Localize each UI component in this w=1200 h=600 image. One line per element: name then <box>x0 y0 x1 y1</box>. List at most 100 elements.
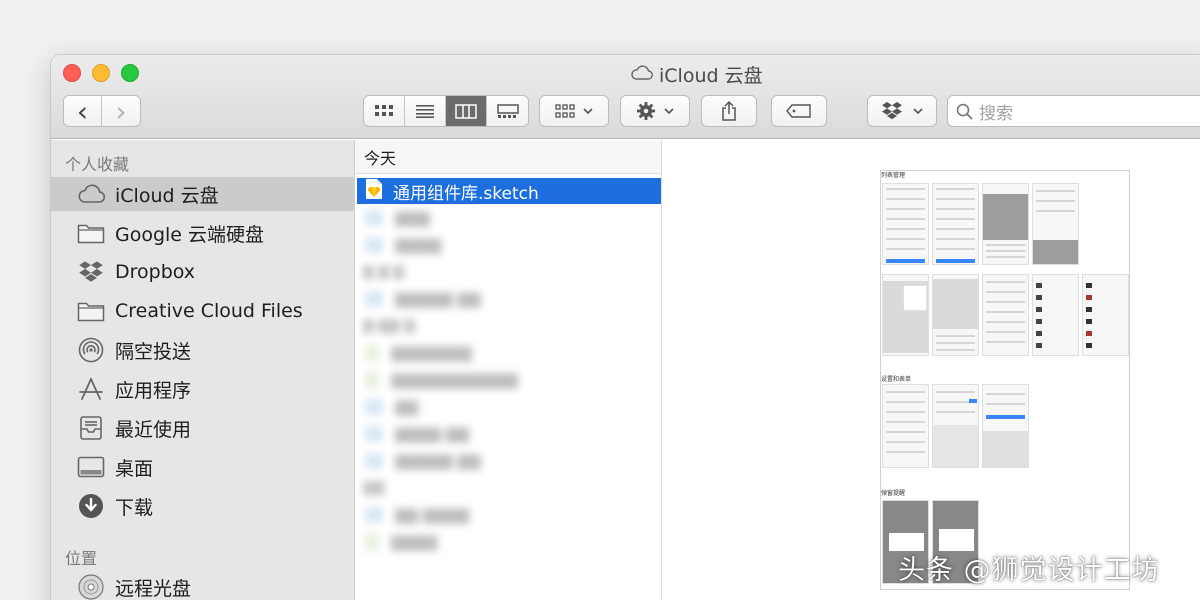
forward-button[interactable]: › <box>102 95 140 128</box>
zoom-button[interactable] <box>121 64 139 82</box>
screen-thumbnail <box>882 274 929 356</box>
chevron-down-icon <box>913 108 923 114</box>
screen-thumbnail <box>1032 183 1079 265</box>
titlebar: iCloud 云盘 ‹ › 搜索 <box>51 55 1200 139</box>
sidebar-item-creative-cloud[interactable]: Creative Cloud Files <box>51 294 354 328</box>
cloud-icon <box>631 63 653 85</box>
list-item: ▇▇▇▇▇▇▇ <box>355 339 661 366</box>
search-field[interactable]: 搜索 <box>947 95 1200 127</box>
list-group: ▇ ▇▇ ▇ <box>363 317 415 334</box>
view-mode-control <box>363 95 529 127</box>
file-row-selected[interactable]: 通用组件库.sketch <box>357 178 661 204</box>
minimize-button[interactable] <box>92 64 110 82</box>
screen-thumbnail <box>932 384 979 468</box>
screen-thumbnail <box>932 274 979 356</box>
close-button[interactable] <box>63 64 81 82</box>
gallery-icon <box>496 103 519 118</box>
sidebar-item-label: Creative Cloud Files <box>115 300 303 322</box>
sketch-file-icon <box>365 178 383 205</box>
file-column: 今天 通用组件库.sketch ▇▇▇ ▇▇▇▇ ▇ ▇ ▇ ▇▇▇▇▇ ▇▇ … <box>355 140 662 600</box>
dropbox-icon <box>77 258 105 286</box>
gear-icon <box>637 102 655 120</box>
recents-icon <box>77 414 105 442</box>
icon-grid-icon <box>375 105 393 116</box>
share-button[interactable] <box>701 95 757 127</box>
sidebar-item-label: Google 云端硬盘 <box>115 223 265 246</box>
desktop-icon <box>77 453 105 481</box>
sidebar-item-label: 应用程序 <box>115 379 192 402</box>
dropbox-icon <box>882 102 902 120</box>
search-icon <box>956 103 973 120</box>
list-icon <box>416 105 434 118</box>
sidebar-item-desktop[interactable]: 桌面 <box>51 450 354 484</box>
list-group: ▇ ▇ ▇ <box>363 263 405 280</box>
screen-thumbnail <box>982 274 1029 356</box>
list-item: ▇▇ <box>355 393 661 420</box>
list-item: ▇▇▇▇▇ ▇▇ <box>355 447 661 474</box>
list-item: ▇▇▇▇ <box>355 231 661 258</box>
icon-view-button[interactable] <box>364 96 405 126</box>
gallery-view-button[interactable] <box>487 96 528 126</box>
preview-section-title: 设置和表单 <box>881 376 912 383</box>
screen-thumbnail <box>882 183 929 265</box>
window-title: iCloud 云盘 <box>631 62 763 87</box>
back-button[interactable]: ‹ <box>64 95 103 128</box>
disc-icon <box>77 573 105 600</box>
sidebar-item-downloads[interactable]: 下载 <box>51 489 354 523</box>
sidebar-item-remote-disc[interactable]: 远程光盘 <box>51 570 354 600</box>
tag-icon <box>786 104 811 118</box>
sidebar-item-applications[interactable]: 应用程序 <box>51 372 354 406</box>
sidebar-item-label: 下载 <box>115 496 154 519</box>
applications-icon <box>77 375 105 403</box>
dropbox-button[interactable] <box>867 95 937 127</box>
window-title-text: iCloud 云盘 <box>659 64 763 87</box>
sidebar-item-google-drive[interactable]: Google 云端硬盘 <box>51 216 354 250</box>
watermark: 头条 @狮觉设计工坊 <box>898 555 1160 586</box>
folder-icon <box>77 219 105 247</box>
preview-section-title: 列表管理 <box>881 172 906 179</box>
airdrop-icon <box>77 336 105 364</box>
screen-thumbnail <box>982 183 1029 265</box>
sketch-preview-thumbnail: 列表管理 设置和表单 弹窗提醒 <box>880 170 1130 590</box>
folder-icon <box>77 297 105 325</box>
chevron-down-icon <box>583 108 593 114</box>
sidebar-item-label: 隔空投送 <box>115 340 192 363</box>
sidebar-item-label: 桌面 <box>115 457 154 480</box>
sidebar-item-label: Dropbox <box>115 261 196 283</box>
sidebar-item-icloud-drive[interactable]: iCloud 云盘 <box>51 177 354 211</box>
sidebar-item-label: 远程光盘 <box>115 577 192 600</box>
sidebar: 个人收藏 iCloud 云盘 Google 云端硬盘 Dropbox Creat… <box>51 140 355 600</box>
window-controls <box>63 64 139 82</box>
list-item: ▇▇▇▇▇▇▇▇▇▇▇ <box>355 366 661 393</box>
action-button[interactable] <box>620 95 690 127</box>
screen-thumbnail <box>982 384 1029 468</box>
tags-button[interactable] <box>771 95 827 127</box>
sidebar-item-airdrop[interactable]: 隔空投送 <box>51 333 354 367</box>
preview-section-title: 弹窗提醒 <box>881 490 906 497</box>
list-item: ▇▇ ▇▇▇▇ <box>355 501 661 528</box>
list-item: ▇▇▇▇ <box>355 528 661 555</box>
blurred-file-list: ▇▇▇ ▇▇▇▇ ▇ ▇ ▇ ▇▇▇▇▇ ▇▇ ▇ ▇▇ ▇ ▇▇▇▇▇▇▇ ▇… <box>355 204 661 600</box>
list-item: ▇▇▇▇▇ ▇▇ <box>355 285 661 312</box>
preview-pane: 列表管理 设置和表单 弹窗提醒 <box>662 140 1200 600</box>
screen-thumbnail <box>1032 274 1079 356</box>
column-view-button[interactable] <box>446 96 487 126</box>
search-placeholder: 搜索 <box>979 103 1013 124</box>
columns-icon <box>455 103 477 119</box>
downloads-icon <box>77 492 105 520</box>
finder-window: iCloud 云盘 ‹ › 搜索 个人收藏 iCloud 云盘 Google 云… <box>50 54 1200 600</box>
group-by-button[interactable] <box>539 95 609 127</box>
sidebar-item-recents[interactable]: 最近使用 <box>51 411 354 445</box>
list-view-button[interactable] <box>405 96 446 126</box>
favorites-heading: 个人收藏 <box>65 155 130 174</box>
screen-thumbnail <box>932 183 979 265</box>
list-item: ▇▇▇ <box>355 204 661 231</box>
share-icon <box>722 100 736 121</box>
list-group: ▇▇ <box>363 479 385 496</box>
screen-thumbnail <box>1082 274 1129 356</box>
file-name: 通用组件库.sketch <box>393 183 539 204</box>
locations-heading: 位置 <box>65 549 98 568</box>
screen-thumbnail <box>882 384 929 468</box>
sidebar-item-dropbox[interactable]: Dropbox <box>51 255 354 289</box>
list-item: ▇▇▇▇ ▇▇ <box>355 420 661 447</box>
